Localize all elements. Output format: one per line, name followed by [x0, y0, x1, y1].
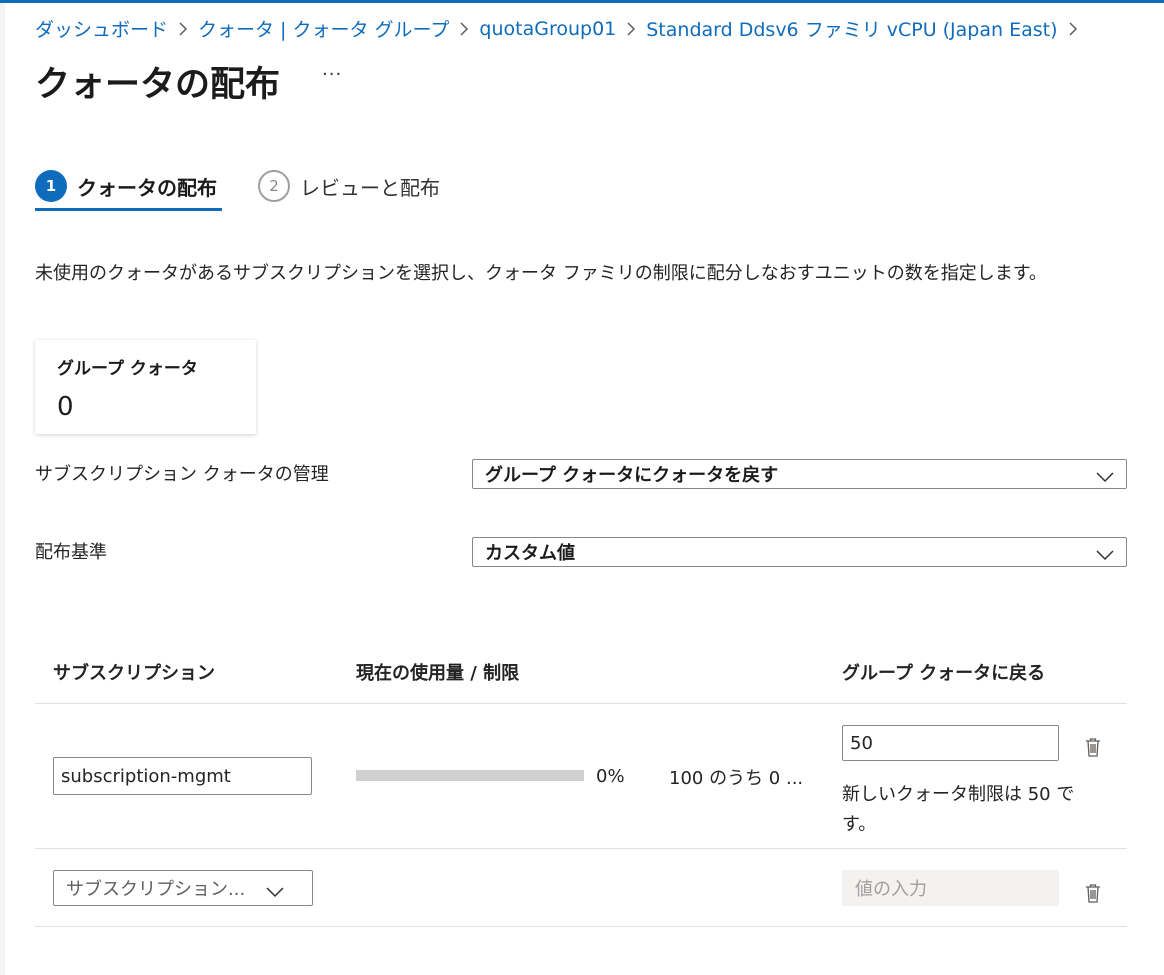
- chevron-down-icon: [1096, 467, 1114, 488]
- chevron-down-icon: [1096, 545, 1114, 566]
- column-header-return: グループ クォータに戻る: [842, 663, 1046, 684]
- trash-icon: [1086, 884, 1100, 903]
- usage-limit-text: 100 のうち 0 ...: [669, 768, 804, 789]
- return-quota-value: 50: [850, 732, 873, 754]
- page-title: クォータの配布: [35, 65, 281, 105]
- delete-row-button[interactable]: [1085, 737, 1101, 761]
- step-review[interactable]: 2 レビューと配布: [258, 170, 440, 202]
- manage-quota-label: サブスクリプション クォータの管理: [35, 464, 329, 485]
- subscription-field-value: subscription-mgmt: [61, 765, 231, 787]
- value-input-disabled[interactable]: 値の入力: [842, 870, 1059, 906]
- group-quota-value: 0: [57, 392, 74, 422]
- chevron-right-icon: [1068, 21, 1078, 36]
- breadcrumb: ダッシュボード クォータ | クォータ グループ quotaGroup01 St…: [35, 15, 1088, 42]
- manage-quota-dropdown[interactable]: グループ クォータにクォータを戻す: [472, 459, 1127, 489]
- breadcrumb-quota-group[interactable]: quotaGroup01: [479, 18, 616, 40]
- description-text: 未使用のクォータがあるサブスクリプションを選択し、クォータ ファミリの制限に配分…: [35, 263, 1047, 284]
- chevron-right-icon: [459, 21, 469, 36]
- group-quota-card: グループ クォータ 0: [35, 340, 256, 434]
- left-edge: [0, 3, 5, 975]
- subscription-select-dropdown[interactable]: サブスクリプション...: [53, 870, 313, 906]
- breadcrumb-dashboard[interactable]: ダッシュボード: [35, 15, 168, 42]
- new-limit-hint: 新しいクォータ制限は 50 です。: [842, 784, 1075, 835]
- distribution-basis-dropdown[interactable]: カスタム値: [472, 537, 1127, 567]
- subscription-field[interactable]: subscription-mgmt: [53, 757, 312, 795]
- step-distribute[interactable]: 1 クォータの配布: [35, 170, 217, 202]
- row-divider: [35, 926, 1127, 927]
- more-options-button[interactable]: ···: [322, 64, 342, 85]
- distribution-basis-value: カスタム値: [485, 543, 575, 564]
- chevron-down-icon: [266, 882, 284, 903]
- subscription-select-placeholder: サブスクリプション...: [66, 879, 246, 900]
- chevron-right-icon: [626, 21, 636, 36]
- group-quota-label: グループ クォータ: [57, 359, 198, 379]
- active-step-indicator: [35, 208, 222, 211]
- usage-progress-bar: [356, 770, 584, 781]
- column-header-subscription: サブスクリプション: [53, 663, 215, 684]
- step-number-badge: 2: [258, 170, 290, 202]
- delete-row-button[interactable]: [1085, 883, 1101, 907]
- breadcrumb-quota-family[interactable]: Standard Ddsv6 ファミリ vCPU (Japan East): [646, 15, 1057, 42]
- row-divider: [35, 848, 1127, 849]
- chevron-right-icon: [178, 21, 188, 36]
- trash-icon: [1086, 738, 1100, 757]
- distribution-basis-label: 配布基準: [35, 542, 107, 563]
- column-header-usage: 現在の使用量 / 制限: [356, 663, 520, 684]
- breadcrumb-quota-groups[interactable]: クォータ | クォータ グループ: [198, 15, 449, 42]
- step-number-badge: 1: [35, 170, 67, 202]
- manage-quota-value: グループ クォータにクォータを戻す: [485, 465, 779, 486]
- step-label: レビューと配布: [300, 175, 440, 200]
- usage-percent: 0%: [596, 766, 625, 787]
- row-divider: [35, 703, 1127, 704]
- value-input-placeholder: 値の入力: [855, 879, 927, 900]
- return-quota-input[interactable]: 50: [842, 725, 1059, 761]
- top-accent-bar: [0, 0, 1164, 3]
- step-label: クォータの配布: [77, 175, 217, 200]
